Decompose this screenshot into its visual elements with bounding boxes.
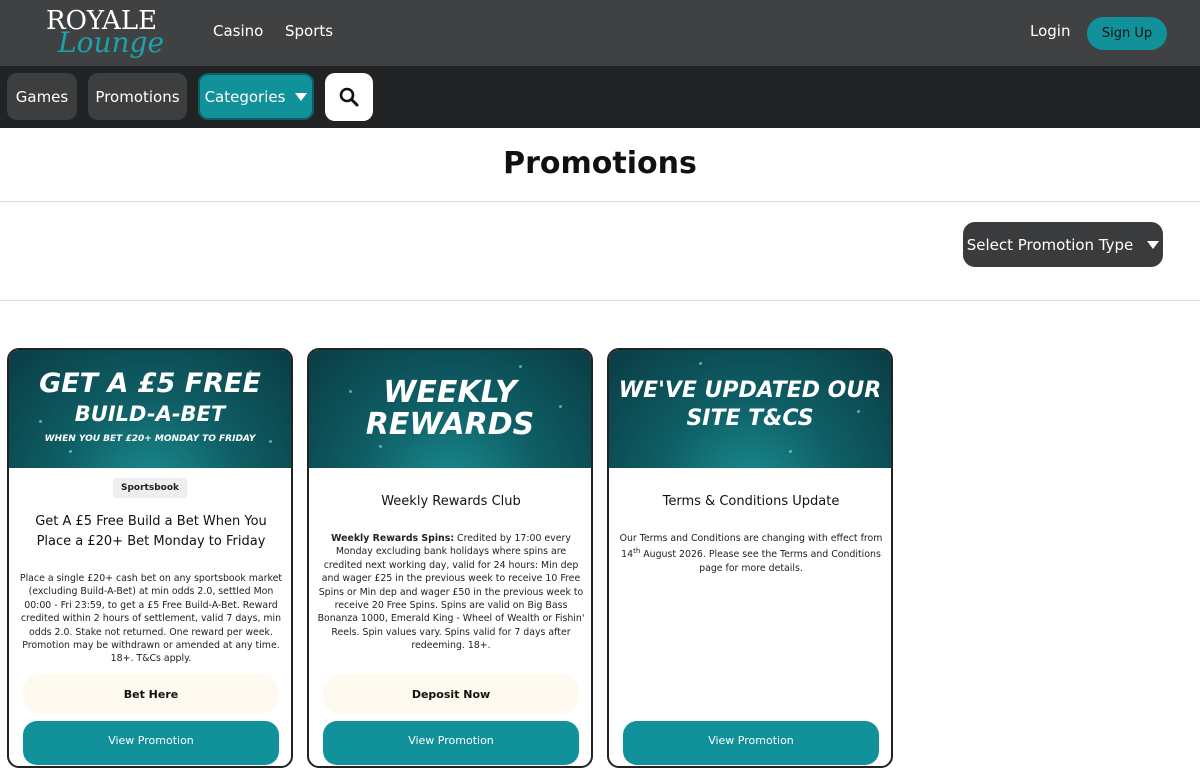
search-icon bbox=[339, 87, 359, 107]
promo-title: Weekly Rewards Club bbox=[381, 494, 521, 509]
banner-headline: WEEKLY bbox=[383, 375, 517, 410]
page-title: Promotions bbox=[503, 146, 697, 181]
promo-description-text: Credited by 17:00 every Monday excluding… bbox=[317, 533, 585, 652]
banner-caption: WHEN YOU BET £20+ MONDAY TO FRIDAY bbox=[44, 434, 256, 444]
view-promotion-button[interactable]: View Promotion bbox=[23, 721, 279, 765]
top-header: ROYALE Lounge Casino Sports Login Sign U… bbox=[0, 0, 1200, 66]
nav-casino[interactable]: Casino bbox=[213, 22, 263, 40]
view-promotion-button[interactable]: View Promotion bbox=[623, 721, 879, 765]
promo-card: GET A £5 FREE BUILD-A-BET WHEN YOU BET £… bbox=[7, 348, 293, 768]
categories-dropdown[interactable]: Categories bbox=[198, 73, 314, 120]
promo-description-text: August 2026. Please see the Terms and Co… bbox=[640, 549, 881, 574]
promo-description: Place a single £20+ cash bet on any spor… bbox=[19, 573, 283, 665]
banner-subheadline: SITE T&CS bbox=[686, 406, 814, 431]
category-tag: Sportsbook bbox=[113, 478, 187, 498]
promo-description-label: Weekly Rewards Spins: bbox=[331, 533, 455, 544]
caret-down-icon bbox=[1147, 240, 1160, 249]
search-button[interactable] bbox=[325, 73, 373, 121]
promo-banner[interactable]: WE'VE UPDATED OUR SITE T&CS bbox=[609, 350, 891, 468]
banner-headline: GET A £5 FREE bbox=[39, 368, 261, 399]
tab-games[interactable]: Games bbox=[7, 73, 77, 120]
promo-description: Our Terms and Conditions are changing wi… bbox=[617, 532, 885, 575]
category-bar: Games Promotions Categories bbox=[0, 66, 1200, 128]
banner-subheadline: BUILD-A-BET bbox=[74, 402, 226, 426]
banner-subheadline: REWARDS bbox=[365, 407, 535, 442]
promo-card: WE'VE UPDATED OUR SITE T&CS Terms & Cond… bbox=[607, 348, 893, 768]
categories-label: Categories bbox=[204, 87, 286, 106]
promo-title: Get A £5 Free Build a Bet When You Place… bbox=[35, 514, 267, 549]
promo-banner[interactable]: WEEKLY REWARDS bbox=[309, 350, 591, 468]
divider bbox=[0, 300, 1200, 301]
promo-title: Terms & Conditions Update bbox=[662, 494, 840, 509]
promo-card: WEEKLY REWARDS Weekly Rewards Club Weekl… bbox=[307, 348, 593, 768]
logo-wordmark-lounge: Lounge bbox=[58, 26, 165, 59]
promo-description: Weekly Rewards Spins: Credited by 17:00 … bbox=[317, 532, 585, 653]
caret-down-icon bbox=[295, 92, 308, 101]
tab-promotions[interactable]: Promotions bbox=[88, 73, 187, 120]
brand-logo[interactable]: ROYALE Lounge bbox=[42, 4, 166, 62]
promotion-type-select[interactable]: Select Promotion Type bbox=[963, 222, 1163, 267]
promo-banner[interactable]: GET A £5 FREE BUILD-A-BET WHEN YOU BET £… bbox=[9, 350, 291, 468]
view-promotion-button[interactable]: View Promotion bbox=[323, 721, 579, 765]
promotion-type-label: Select Promotion Type bbox=[966, 235, 1134, 254]
banner-headline: WE'VE UPDATED OUR bbox=[618, 378, 882, 403]
sign-up-button[interactable]: Sign Up bbox=[1087, 17, 1167, 50]
bet-here-button[interactable]: Bet Here bbox=[23, 674, 279, 714]
divider bbox=[0, 201, 1200, 202]
deposit-now-button[interactable]: Deposit Now bbox=[323, 674, 579, 714]
nav-sports[interactable]: Sports bbox=[285, 22, 333, 40]
login-link[interactable]: Login bbox=[1030, 22, 1070, 40]
